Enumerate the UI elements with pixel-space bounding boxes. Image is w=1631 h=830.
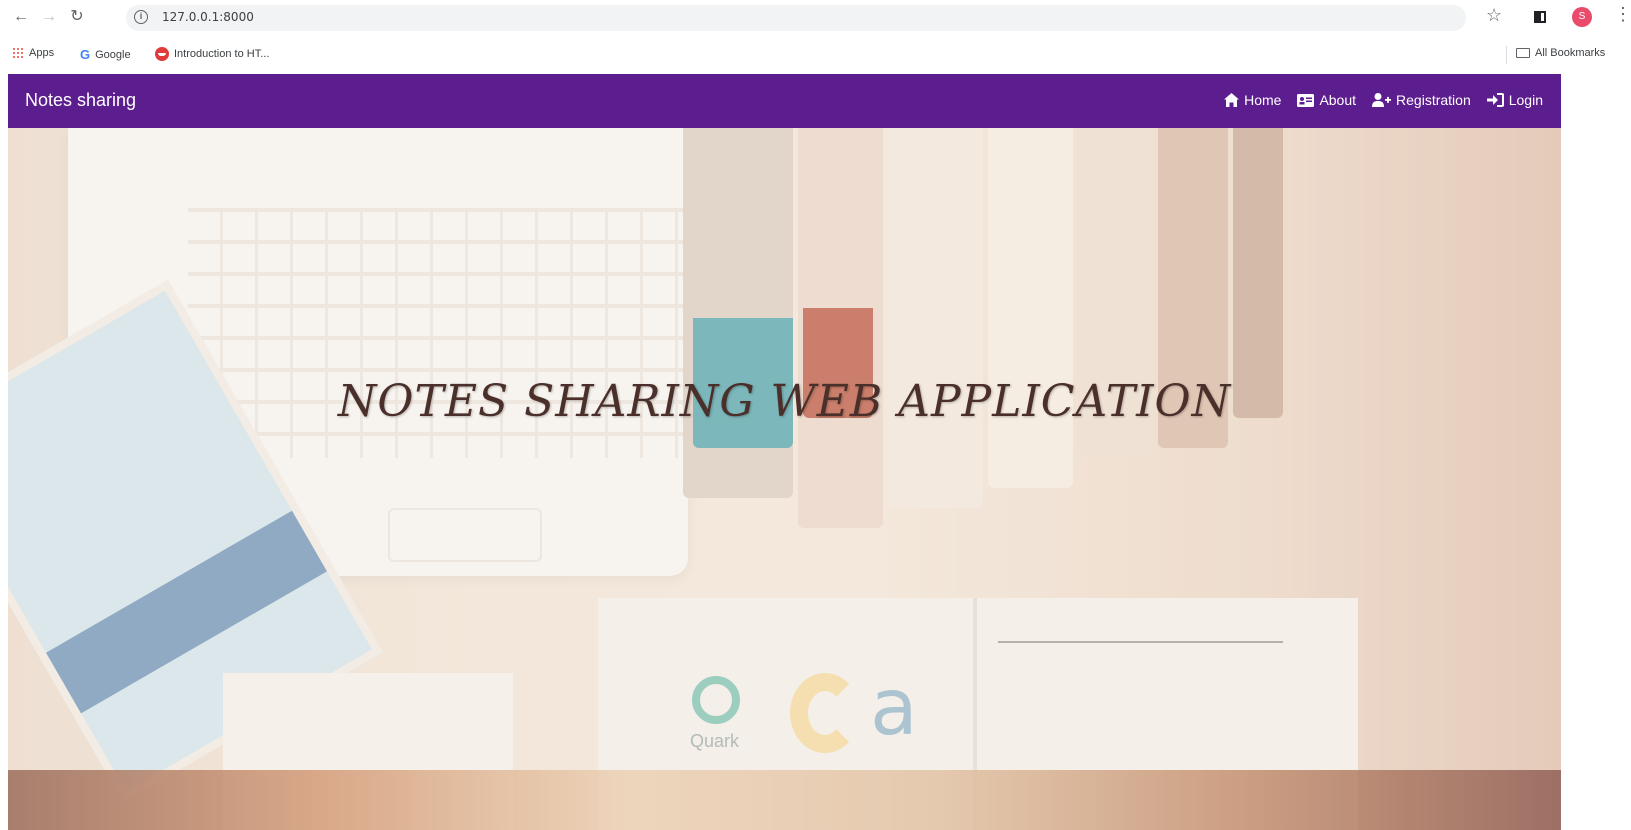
folder-icon	[1516, 48, 1530, 58]
hero-banner: Quark a NOTES SHARING WEB APPLICATION	[8, 128, 1561, 830]
user-plus-icon	[1372, 93, 1392, 107]
apps-grid-icon	[12, 47, 24, 59]
all-bookmarks-label: All Bookmarks	[1535, 47, 1606, 59]
nav-registration[interactable]: Registration	[1372, 92, 1471, 108]
home-icon	[1224, 93, 1240, 107]
hero-overlay	[8, 128, 1561, 830]
forward-arrow-icon[interactable]: →	[38, 6, 60, 28]
bookmark-label: Introduction to HT...	[174, 48, 270, 60]
back-arrow-icon[interactable]: ←	[10, 6, 32, 28]
bookmark-introduction[interactable]: Introduction to HT...	[155, 47, 269, 61]
hero-title: NOTES SHARING WEB APPLICATION	[337, 376, 1232, 427]
address-bar[interactable]: i 127.0.0.1:8000	[126, 5, 1466, 31]
all-bookmarks[interactable]: All Bookmarks	[1516, 47, 1605, 59]
id-card-icon	[1297, 93, 1315, 107]
hero-background-image: Quark a	[8, 128, 1561, 830]
nav-registration-label: Registration	[1396, 92, 1471, 108]
side-panel-icon[interactable]	[1534, 11, 1546, 23]
brand-title[interactable]: Notes sharing	[25, 90, 136, 111]
nav-login-label: Login	[1508, 92, 1543, 108]
reload-icon[interactable]: ↻	[66, 6, 88, 28]
bookmark-google[interactable]: G Google	[80, 47, 131, 62]
w3schools-icon	[155, 47, 169, 61]
nav-about[interactable]: About	[1297, 92, 1356, 108]
nav-links: Home About Registration Login	[1224, 92, 1543, 108]
nav-home-label: Home	[1244, 92, 1282, 108]
sign-in-icon	[1486, 93, 1504, 107]
browser-chrome: ← → ↻ i 127.0.0.1:8000 ☆ S ⋮ Apps G Goog…	[0, 0, 1631, 72]
nav-home[interactable]: Home	[1224, 92, 1281, 108]
bookmark-label: Google	[95, 48, 131, 61]
site-navbar: Notes sharing Home About Registration Lo…	[8, 74, 1561, 128]
bookmarks-divider	[1506, 46, 1507, 64]
url-text[interactable]: 127.0.0.1:8000	[162, 10, 254, 24]
nav-about-label: About	[1319, 92, 1357, 108]
site-info-icon[interactable]: i	[134, 10, 148, 24]
browser-toolbar: ← → ↻ i 127.0.0.1:8000 ☆ S ⋮	[0, 0, 1631, 36]
browser-menu-icon[interactable]: ⋮	[1614, 4, 1631, 25]
profile-avatar[interactable]: S	[1572, 7, 1592, 27]
bookmarks-bar: Apps G Google Introduction to HT... All …	[0, 40, 1631, 70]
google-icon: G	[80, 47, 91, 62]
bookmark-apps[interactable]: Apps	[12, 47, 54, 59]
bookmark-star-icon[interactable]: ☆	[1486, 5, 1502, 26]
nav-login[interactable]: Login	[1486, 92, 1543, 108]
bookmark-label: Apps	[29, 47, 55, 59]
